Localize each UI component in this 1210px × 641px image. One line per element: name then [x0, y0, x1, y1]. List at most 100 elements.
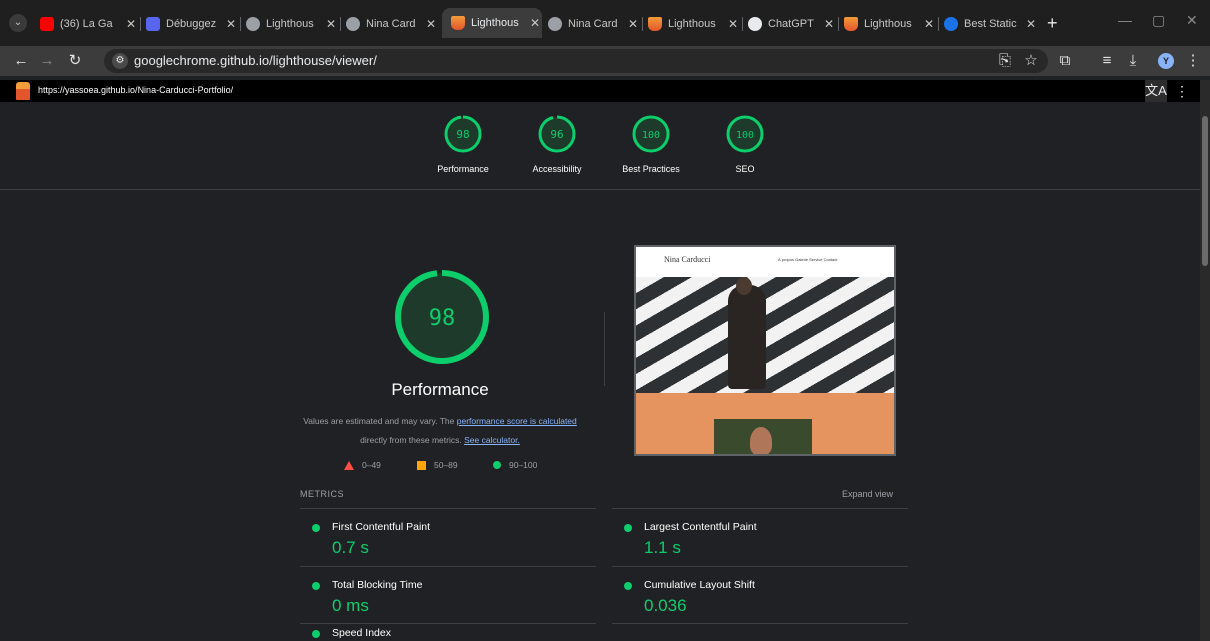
pass-circle-icon: [493, 461, 501, 469]
thumbnail-navbar: Nina Carducci À propos Galerie Service C…: [636, 247, 894, 277]
metric-value: 1.1 s: [644, 538, 681, 557]
bookmark-star-icon[interactable]: ☆: [1020, 50, 1042, 72]
lighthouse-logo-icon: [16, 82, 30, 100]
tab-lighthouse-3[interactable]: Lighthous ✕: [844, 12, 936, 36]
close-icon[interactable]: ✕: [726, 17, 740, 31]
forward-arrow-icon[interactable]: →: [36, 50, 58, 72]
metric-value: 0 ms: [332, 596, 369, 615]
desc-text: Values are estimated and may vary. The: [303, 416, 457, 426]
pass-circle-icon: [312, 630, 320, 638]
pass-circle-icon: [624, 582, 632, 590]
svg-text:100: 100: [736, 130, 754, 141]
browser-menu-icon[interactable]: ⋮: [1182, 50, 1204, 72]
legend-fail: 0–49: [344, 460, 381, 470]
report-url[interactable]: https://yassoea.github.io/Nina-Carducci-…: [38, 85, 233, 95]
back-arrow-icon[interactable]: ←: [10, 50, 32, 72]
see-calculator-link[interactable]: See calculator.: [464, 435, 520, 445]
lighthouse-topbar: https://yassoea.github.io/Nina-Carducci-…: [0, 80, 1200, 102]
metric-total-blocking-time: Total Blocking Time 0 ms: [300, 568, 590, 624]
best-practices-label[interactable]: Best Practices: [606, 164, 696, 174]
install-app-icon[interactable]: ⎘: [994, 50, 1016, 72]
tab-best-static[interactable]: Best Static ✕: [944, 12, 1038, 36]
performance-label[interactable]: Performance: [418, 164, 508, 174]
new-tab-button[interactable]: +: [1047, 12, 1058, 34]
lighthouse-icon: [451, 16, 465, 30]
globe-icon: [346, 17, 360, 31]
report-menu-icon[interactable]: ⋮: [1173, 80, 1191, 102]
tab-title: Nina Card: [366, 18, 416, 30]
tab-lighthouse-1[interactable]: Lighthous ✕: [246, 12, 338, 36]
svg-text:96: 96: [550, 128, 563, 141]
close-icon[interactable]: ✕: [822, 17, 836, 31]
tab-nina-carducci-1[interactable]: Nina Card ✕: [346, 12, 438, 36]
metric-first-contentful-paint: First Contentful Paint 0.7 s: [300, 510, 590, 566]
legend-pass: 90–100: [493, 460, 537, 470]
metric-value: 0.036: [644, 596, 687, 615]
lighthouse-icon: [844, 17, 858, 31]
tab-title: Lighthous: [864, 18, 912, 30]
tab-search-button[interactable]: ⌄: [9, 14, 27, 32]
accessibility-gauge[interactable]: 96: [537, 114, 577, 154]
extensions-icon[interactable]: ⧉: [1054, 50, 1076, 72]
tab-lighthouse-2[interactable]: Lighthous ✕: [648, 12, 740, 36]
tab-separator: [340, 17, 341, 31]
metric-divider: [612, 623, 908, 624]
reload-icon[interactable]: ↻: [64, 50, 86, 72]
download-icon[interactable]: ⤓: [1122, 50, 1144, 72]
c-icon: [944, 17, 958, 31]
metric-cumulative-layout-shift: Cumulative Layout Shift 0.036: [612, 568, 902, 624]
tab-separator: [742, 17, 743, 31]
performance-score-link[interactable]: performance score is calculated: [457, 416, 577, 426]
reading-list-icon[interactable]: ≡: [1096, 50, 1118, 72]
maximize-icon[interactable]: ▢: [1152, 12, 1165, 29]
performance-gauge[interactable]: 98: [443, 114, 483, 154]
expand-view-toggle[interactable]: Expand view: [842, 489, 893, 499]
address-bar[interactable]: ⚙ googlechrome.github.io/lighthouse/view…: [104, 49, 1048, 73]
translate-icon[interactable]: 文A: [1145, 80, 1167, 102]
thumbnail-portrait-face: [750, 427, 772, 454]
tab-separator: [938, 17, 939, 31]
close-icon[interactable]: ✕: [922, 17, 936, 31]
close-icon[interactable]: ✕: [424, 17, 438, 31]
close-icon[interactable]: ✕: [626, 17, 640, 31]
legend-range: 0–49: [362, 460, 381, 470]
metric-largest-contentful-paint: Largest Contentful Paint 1.1 s: [612, 510, 902, 566]
tab-lighthouse-active[interactable]: Lighthous ✕: [442, 8, 542, 38]
chatgpt-icon: [748, 17, 762, 31]
tab-separator: [140, 17, 141, 31]
close-icon[interactable]: ✕: [1024, 17, 1038, 31]
page-scrollbar[interactable]: [1200, 80, 1210, 641]
tab-title: Best Static: [964, 18, 1017, 30]
address-url[interactable]: googlechrome.github.io/lighthouse/viewer…: [134, 53, 377, 68]
tab-title: (36) La Ga: [60, 18, 113, 30]
pass-circle-icon: [624, 524, 632, 532]
metric-speed-index: Speed Index: [300, 624, 590, 641]
close-icon[interactable]: ✕: [528, 16, 542, 30]
seo-gauge[interactable]: 100: [725, 114, 765, 154]
site-info-icon[interactable]: ⚙: [112, 53, 128, 69]
tab-nina-carducci-2[interactable]: Nina Card ✕: [548, 12, 640, 36]
score-gauges-header: 98 Performance 96 Accessibility 100 Best…: [0, 102, 1200, 190]
minimize-icon[interactable]: —: [1118, 12, 1132, 28]
profile-avatar[interactable]: Y: [1158, 53, 1174, 69]
tab-chatgpt[interactable]: ChatGPT ✕: [748, 12, 836, 36]
tab-title: Lighthous: [266, 18, 314, 30]
tab-debuggez[interactable]: Débuggez ✕: [146, 12, 238, 36]
close-icon[interactable]: ✕: [124, 17, 138, 31]
best-practices-gauge[interactable]: 100: [631, 114, 671, 154]
accessibility-label[interactable]: Accessibility: [512, 164, 602, 174]
metrics-header: METRICS: [300, 489, 344, 499]
seo-label[interactable]: SEO: [700, 164, 790, 174]
metric-name: Speed Index: [332, 627, 391, 639]
legend-average: 50–89: [417, 460, 458, 470]
window-close-icon[interactable]: ✕: [1186, 12, 1198, 29]
metric-name: First Contentful Paint: [332, 521, 431, 533]
tab-youtube[interactable]: (36) La Ga ✕: [40, 12, 138, 36]
close-icon[interactable]: ✕: [224, 17, 238, 31]
svg-text:98: 98: [429, 306, 456, 331]
svg-text:98: 98: [456, 128, 469, 141]
scrollbar-thumb[interactable]: [1202, 116, 1208, 266]
section-divider: [604, 312, 605, 386]
close-icon[interactable]: ✕: [324, 17, 338, 31]
final-screenshot-thumbnail[interactable]: Nina Carducci À propos Galerie Service C…: [634, 245, 896, 456]
